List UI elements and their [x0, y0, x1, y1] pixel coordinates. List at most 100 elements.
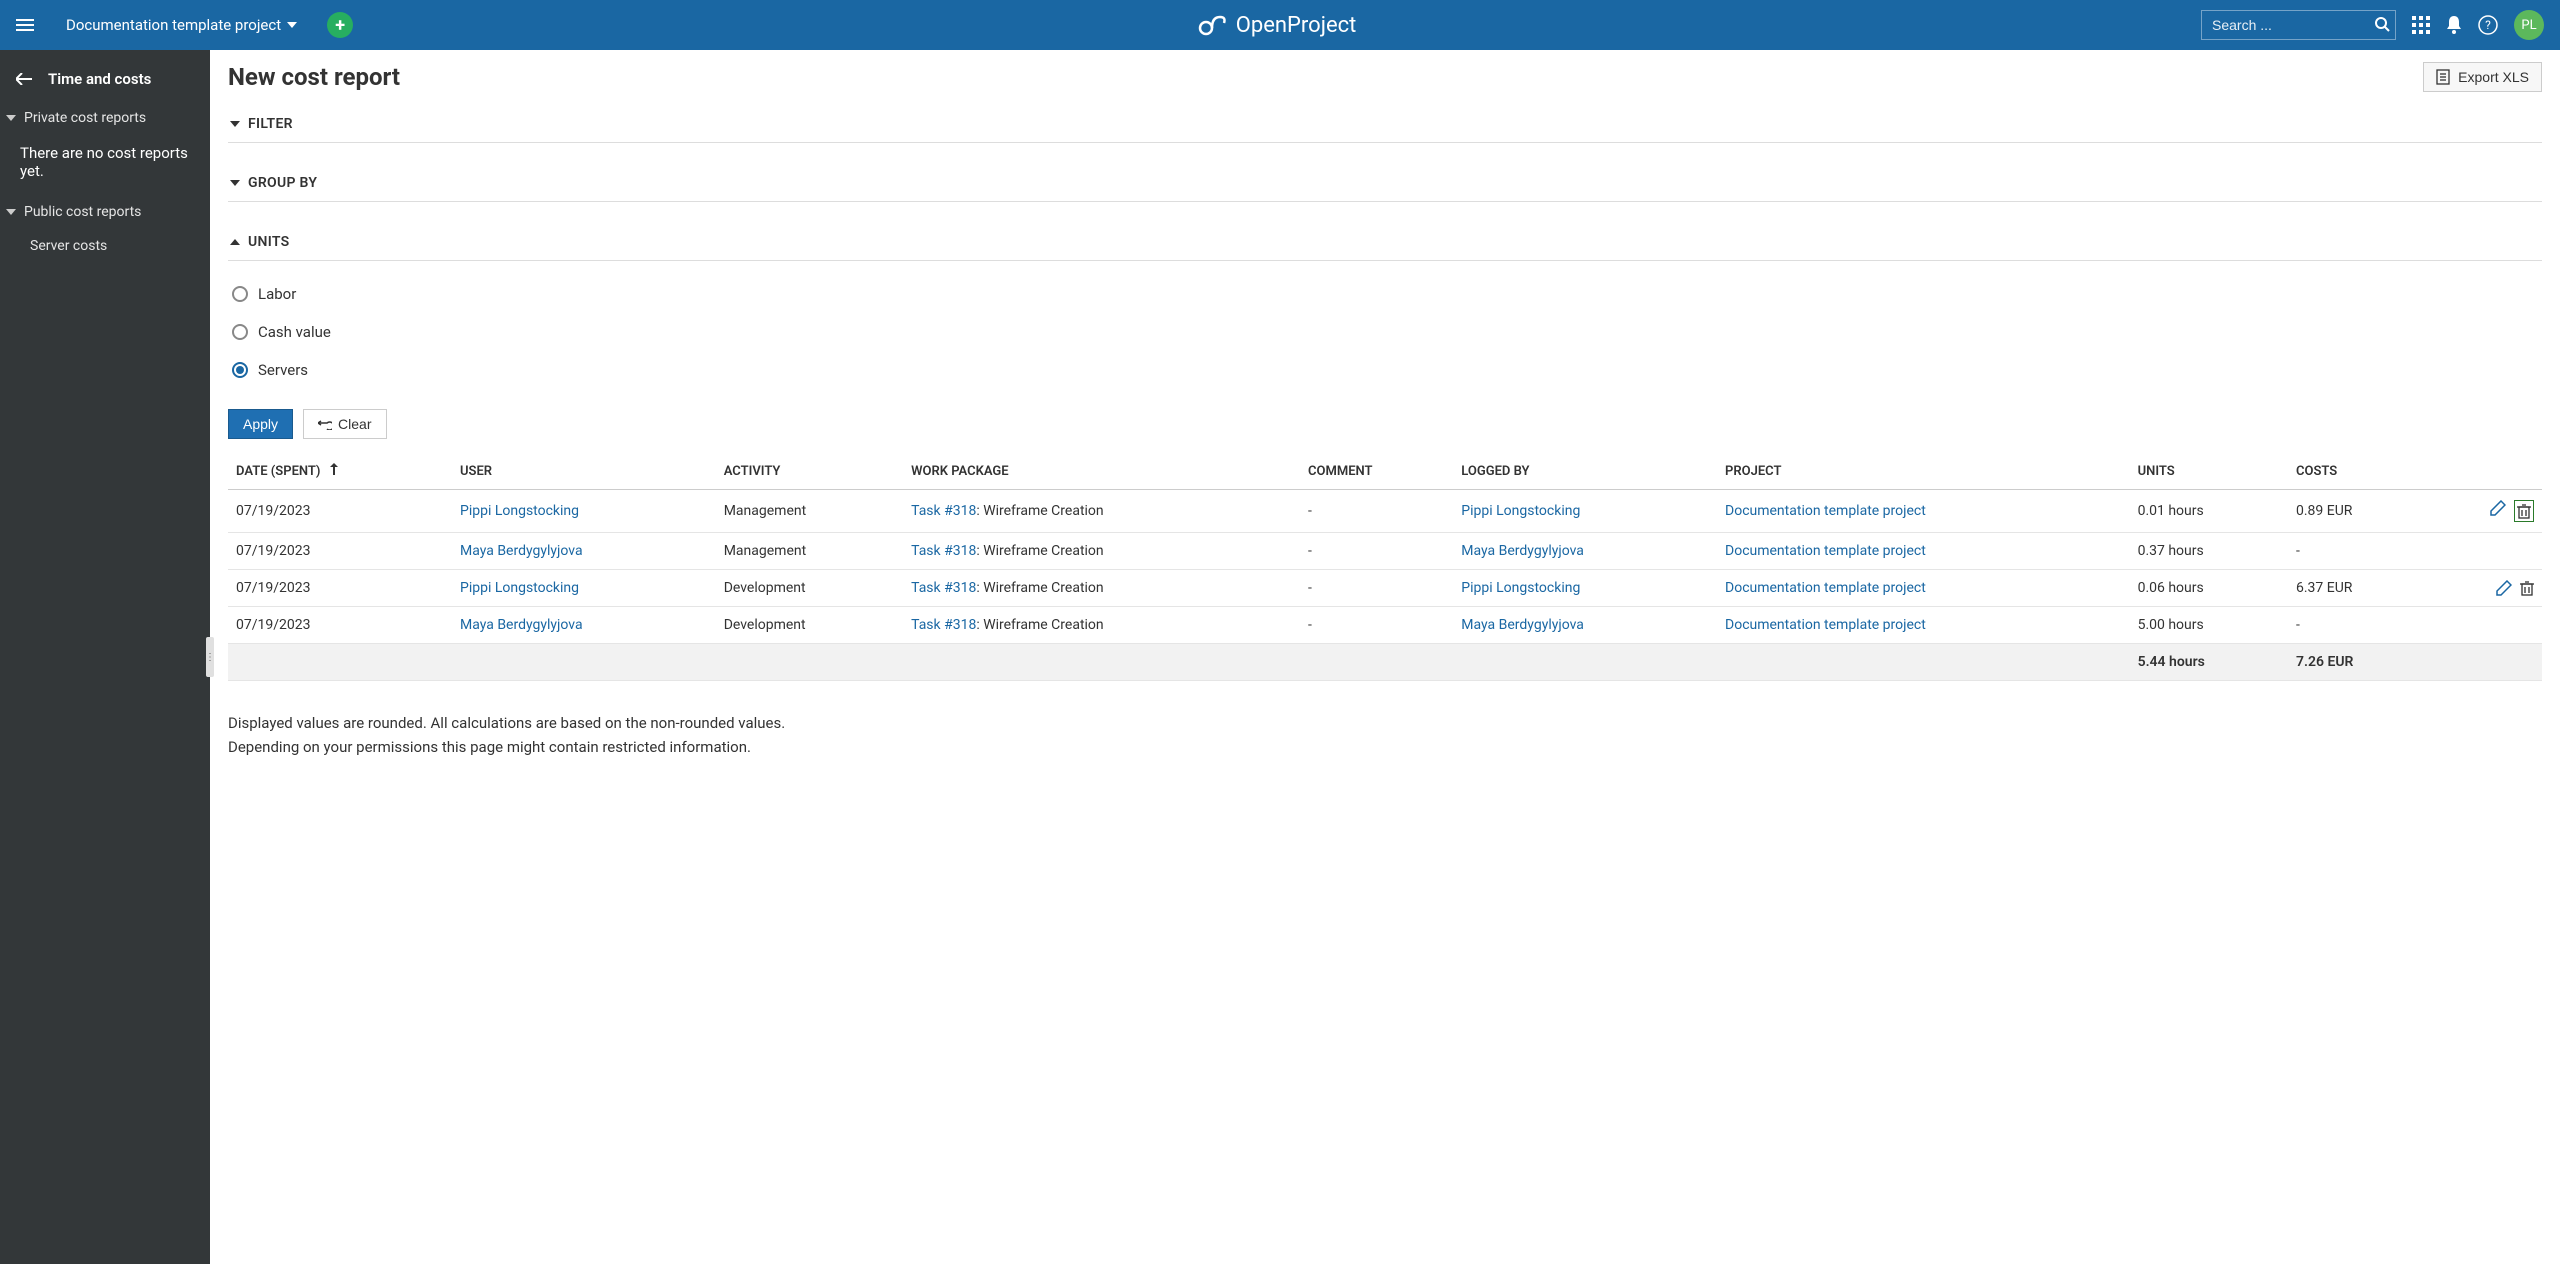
export-xls-button[interactable]: Export XLS	[2423, 62, 2542, 92]
task-link[interactable]: Task #318	[911, 580, 976, 596]
footnote-line1: Displayed values are rounded. All calcul…	[228, 711, 2542, 735]
radio-icon	[232, 286, 248, 302]
cell-comment: -	[1300, 607, 1453, 644]
chevron-down-icon	[6, 209, 16, 215]
cell-costs: 0.89 EUR	[2288, 490, 2428, 533]
private-empty-text: There are no cost reports yet.	[0, 136, 210, 194]
edit-icon[interactable]	[2496, 580, 2512, 596]
task-suffix: : Wireframe Creation	[976, 503, 1103, 519]
chevron-down-icon	[230, 121, 240, 127]
cell-comment: -	[1300, 533, 1453, 570]
cell-date: 07/19/2023	[228, 607, 452, 644]
col-comment[interactable]: COMMENT	[1300, 453, 1453, 490]
cell-units: 5.00 hours	[2130, 607, 2288, 644]
menu-toggle-icon[interactable]	[16, 19, 34, 31]
cell-costs: 6.37 EUR	[2288, 570, 2428, 607]
col-work-package[interactable]: WORK PACKAGE	[903, 453, 1300, 490]
search-icon[interactable]	[2374, 16, 2390, 32]
col-activity[interactable]: ACTIVITY	[716, 453, 903, 490]
search-input[interactable]	[2201, 10, 2396, 40]
project-link[interactable]: Documentation template project	[1725, 580, 1926, 596]
radio-labor-label: Labor	[258, 285, 296, 303]
chevron-up-icon	[230, 239, 240, 245]
cell-activity: Development	[716, 570, 903, 607]
project-link[interactable]: Documentation template project	[1725, 543, 1926, 559]
col-actions	[2428, 453, 2542, 490]
cell-activity: Development	[716, 607, 903, 644]
col-units[interactable]: UNITS	[2130, 453, 2288, 490]
project-link[interactable]: Documentation template project	[1725, 617, 1926, 633]
radio-cash-value[interactable]: Cash value	[232, 313, 2542, 351]
task-link[interactable]: Task #318	[911, 617, 976, 633]
sidebar-resize-handle[interactable]: ⋮	[206, 637, 214, 677]
trash-icon[interactable]	[2514, 500, 2534, 522]
table-row: 07/19/2023Pippi LongstockingDevelopmentT…	[228, 570, 2542, 607]
bell-icon[interactable]	[2446, 16, 2462, 34]
undo-icon	[318, 418, 332, 430]
total-costs: 7.26 EUR	[2288, 644, 2428, 681]
logged-by-link[interactable]: Pippi Longstocking	[1461, 503, 1580, 519]
units-legend[interactable]: UNITS	[228, 224, 2542, 261]
user-link[interactable]: Maya Berdygylyjova	[460, 543, 583, 559]
sidebar-title: Time and costs	[48, 70, 151, 88]
chevron-down-icon	[287, 22, 297, 28]
back-arrow-icon[interactable]	[16, 73, 34, 85]
col-costs[interactable]: COSTS	[2288, 453, 2428, 490]
cell-activity: Management	[716, 490, 903, 533]
radio-labor[interactable]: Labor	[232, 275, 2542, 313]
footnote-line2: Depending on your permissions this page …	[228, 735, 2542, 759]
user-link[interactable]: Maya Berdygylyjova	[460, 617, 583, 633]
export-icon	[2436, 69, 2450, 85]
user-avatar[interactable]: PL	[2514, 10, 2544, 40]
edit-icon[interactable]	[2490, 500, 2506, 522]
clear-button[interactable]: Clear	[303, 409, 386, 439]
sidebar-item-server-costs[interactable]: Server costs	[0, 230, 210, 262]
apply-button[interactable]: Apply	[228, 409, 293, 439]
modules-icon[interactable]	[2412, 16, 2430, 34]
project-link[interactable]: Documentation template project	[1725, 503, 1926, 519]
radio-servers-label: Servers	[258, 361, 308, 379]
clear-label: Clear	[338, 416, 371, 432]
page-title: New cost report	[228, 63, 400, 91]
group-by-legend[interactable]: GROUP BY	[228, 165, 2542, 202]
logged-by-link[interactable]: Pippi Longstocking	[1461, 580, 1580, 596]
totals-row: 5.44 hours 7.26 EUR	[228, 644, 2542, 681]
col-logged-by[interactable]: LOGGED BY	[1453, 453, 1717, 490]
logo-text: OpenProject	[1236, 13, 1357, 38]
task-link[interactable]: Task #318	[911, 543, 976, 559]
total-units: 5.44 hours	[2130, 644, 2288, 681]
table-row: 07/19/2023 Maya Berdygylyjova Development T…	[228, 607, 2542, 644]
chevron-down-icon	[230, 180, 240, 186]
sort-asc-icon	[330, 464, 338, 479]
radio-icon	[232, 324, 248, 340]
sidebar-section-private[interactable]: Private cost reports	[0, 100, 210, 136]
export-label: Export XLS	[2458, 69, 2529, 85]
filter-legend[interactable]: FILTER	[228, 106, 2542, 143]
chevron-down-icon	[6, 115, 16, 121]
sidebar-section-public[interactable]: Public cost reports	[0, 194, 210, 230]
radio-servers[interactable]: Servers	[232, 351, 2542, 389]
cell-units: 0.01 hours	[2130, 490, 2288, 533]
app-logo[interactable]: OpenProject	[1198, 13, 1357, 38]
user-link[interactable]: Pippi Longstocking	[460, 580, 579, 596]
trash-icon[interactable]	[2520, 580, 2534, 596]
task-link[interactable]: Task #318	[911, 503, 976, 519]
add-button[interactable]: +	[327, 12, 353, 38]
col-date[interactable]: DATE (SPENT)	[228, 453, 452, 490]
project-selector[interactable]: Documentation template project	[66, 16, 297, 34]
logged-by-link[interactable]: Maya Berdygylyjova	[1461, 617, 1584, 633]
cell-comment: -	[1300, 570, 1453, 607]
help-icon[interactable]: ?	[2478, 15, 2498, 35]
task-suffix: : Wireframe Creation	[976, 580, 1103, 596]
cell-costs: -	[2288, 533, 2428, 570]
svg-text:?: ?	[2485, 18, 2491, 32]
user-link[interactable]: Pippi Longstocking	[460, 503, 579, 519]
col-project[interactable]: PROJECT	[1717, 453, 2130, 490]
private-reports-label: Private cost reports	[24, 110, 146, 126]
radio-icon	[232, 362, 248, 378]
logged-by-link[interactable]: Maya Berdygylyjova	[1461, 543, 1584, 559]
col-user[interactable]: USER	[452, 453, 716, 490]
filter-label: FILTER	[248, 116, 293, 132]
cell-comment: -	[1300, 490, 1453, 533]
project-name: Documentation template project	[66, 16, 281, 34]
